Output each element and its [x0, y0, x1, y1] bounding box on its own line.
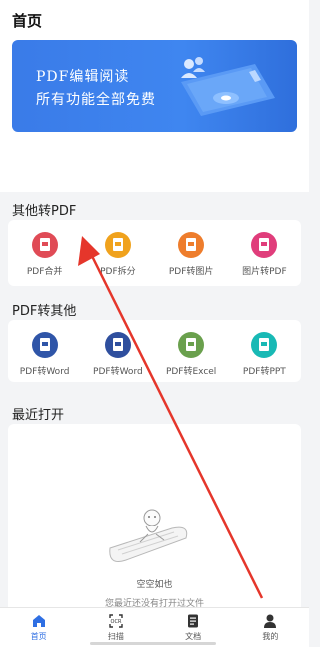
empty-state-illustration-icon [109, 509, 188, 562]
image-to-pdf-icon [251, 232, 278, 258]
banner-illustration-icon [181, 57, 275, 116]
tool-pdf-to-word[interactable]: PDF转Word [11, 332, 79, 377]
promo-banner[interactable]: PDF编辑阅读 所有功能全部免费 [12, 40, 297, 132]
profile-icon [264, 614, 277, 628]
scan-icon: OCR [109, 614, 123, 628]
tool-pdf-split[interactable]: PDF拆分 [84, 232, 152, 277]
page-title: 首页 [12, 12, 43, 30]
blank-strip [0, 146, 309, 192]
empty-state-title: 空空如也 [136, 580, 173, 590]
tab-label: 我的 [262, 632, 279, 641]
tool-label: PDF拆分 [100, 267, 136, 277]
banner-line2: 所有功能全部免费 [36, 92, 156, 108]
banner-wrap: PDF编辑阅读 所有功能全部免费 [0, 38, 309, 146]
section-title-pdf-to-other: PDF转其他 [12, 304, 77, 319]
pdf-to-image-icon [178, 232, 205, 258]
tab-label: 首页 [30, 632, 47, 641]
tool-label: 图片转PDF [242, 267, 287, 277]
pdf-to-word-icon [31, 332, 58, 358]
tool-label: PDF转图片 [168, 267, 214, 277]
recent-files-card: 空空如也 您最近还没有打开过文件 [8, 424, 301, 624]
bottom-tab-bar: 首页 OCR 扫描 文档 我的 [0, 607, 309, 647]
pdf-to-excel-icon [178, 332, 205, 358]
tool-pdf-to-word-2[interactable]: PDF转Word [84, 332, 152, 377]
tool-pdf-to-excel[interactable]: PDF转Excel [157, 332, 225, 377]
tool-label: PDF转Word [93, 367, 143, 377]
pdf-merge-icon [31, 232, 58, 258]
tool-label: PDF转PPT [242, 367, 286, 377]
section-title-recent: 最近打开 [12, 408, 65, 423]
tool-label: PDF转Word [19, 367, 70, 377]
home-indicator [90, 642, 216, 645]
section-title-other-to-pdf: 其他转PDF [12, 204, 77, 219]
other-to-pdf-card: PDF合并 PDF拆分 PDF转图片 图片转PDF [8, 220, 301, 286]
tab-profile[interactable]: 我的 [232, 608, 309, 647]
tab-label: 扫描 [107, 632, 124, 641]
svg-text:OCR: OCR [110, 619, 121, 625]
tool-pdf-to-image[interactable]: PDF转图片 [157, 232, 225, 277]
pdf-to-word-icon [104, 332, 131, 358]
tool-pdf-to-ppt[interactable]: PDF转PPT [230, 332, 298, 377]
banner-line1: PDF编辑阅读 [36, 69, 130, 85]
pdf-split-icon [104, 232, 131, 258]
tab-home[interactable]: 首页 [0, 608, 77, 647]
pdf-to-ppt-icon [251, 332, 278, 358]
tool-image-to-pdf[interactable]: 图片转PDF [230, 232, 298, 277]
tab-label: 文档 [185, 632, 202, 641]
header: 首页 [0, 0, 309, 38]
tool-pdf-merge[interactable]: PDF合并 [11, 232, 79, 277]
document-icon [188, 614, 199, 628]
pdf-to-other-card: PDF转Word PDF转Word PDF转Excel PDF转PPT [8, 320, 301, 382]
tool-label: PDF合并 [26, 267, 63, 277]
home-icon [32, 615, 45, 627]
tool-label: PDF转Excel [165, 367, 217, 377]
